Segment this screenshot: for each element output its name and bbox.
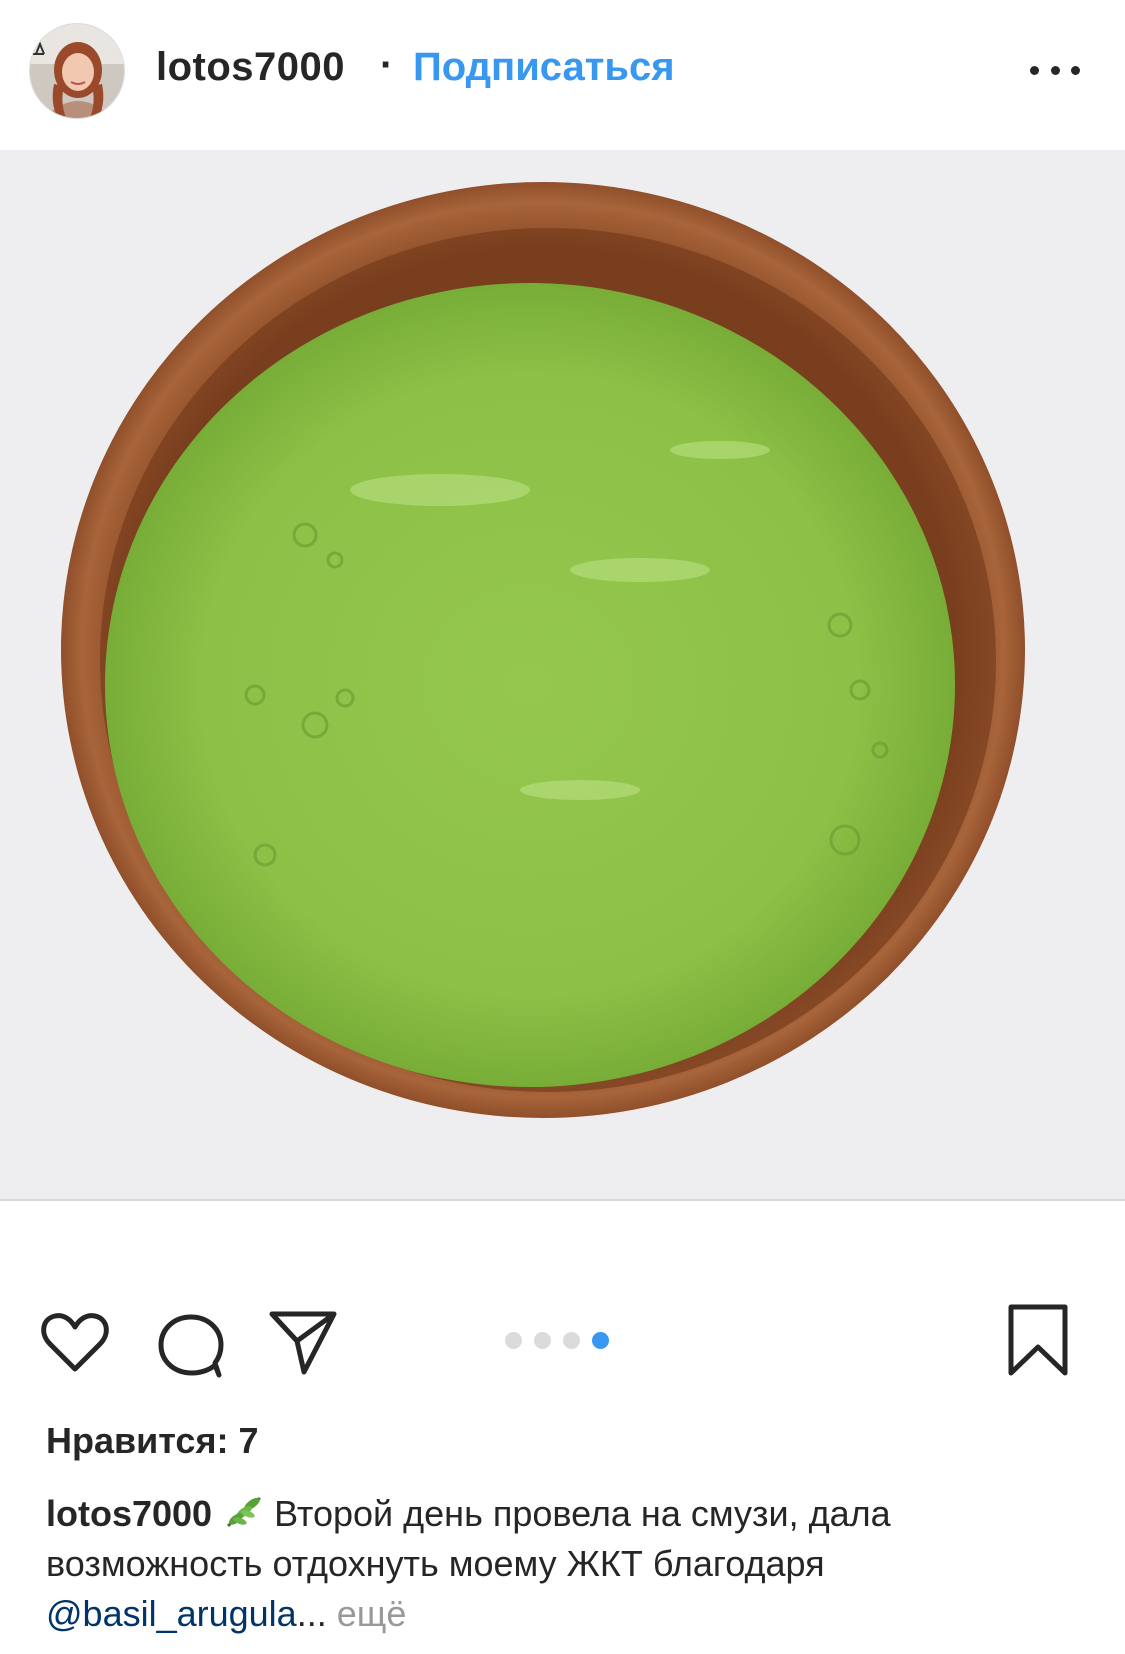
follow-button[interactable]: Подписаться <box>413 45 675 90</box>
caption-mention[interactable]: @basil_arugula <box>46 1593 297 1634</box>
pager-dot <box>534 1332 551 1349</box>
avatar[interactable] <box>30 24 124 118</box>
pager-dot <box>563 1332 580 1349</box>
pager-dot <box>505 1332 522 1349</box>
carousel-pager <box>505 1332 609 1349</box>
likes-count[interactable]: Нравится: 7 <box>46 1420 258 1462</box>
bookmark-icon[interactable] <box>1005 1303 1071 1377</box>
separator-dot: · <box>380 43 394 87</box>
post-action-bar <box>0 1275 1125 1385</box>
caption-username[interactable]: lotos7000 <box>46 1493 212 1534</box>
pager-dot-active <box>592 1332 609 1349</box>
herb-leaf-icon <box>227 1496 261 1528</box>
post-header: lotos7000 · Подписаться <box>0 0 1125 145</box>
comment-bubble-icon[interactable] <box>155 1313 227 1379</box>
post-photo[interactable] <box>0 150 1125 1275</box>
more-horizontal-icon[interactable] <box>1030 50 1080 90</box>
post-caption: lotos7000 Второй день провела на смузи, … <box>46 1489 1086 1639</box>
paper-plane-icon[interactable] <box>268 1308 338 1378</box>
heart-icon[interactable] <box>40 1311 110 1375</box>
caption-ellipsis: ... <box>296 1593 327 1634</box>
caption-more-link[interactable]: ещё <box>337 1593 407 1634</box>
post-author-username[interactable]: lotos7000 <box>156 45 345 90</box>
